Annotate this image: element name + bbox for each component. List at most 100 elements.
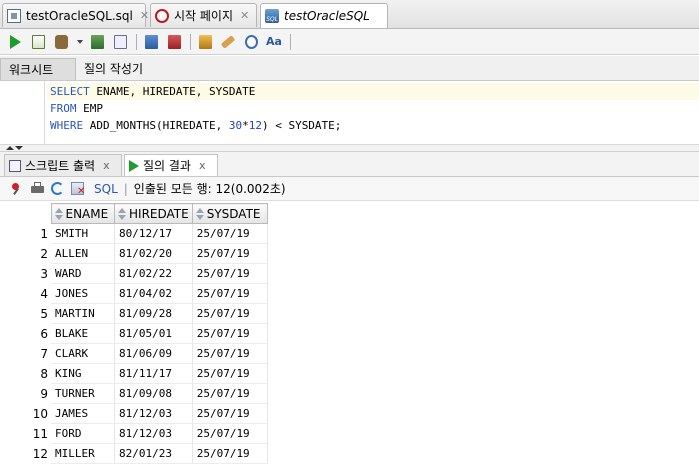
rollback-button[interactable] — [165, 33, 183, 51]
run-statement-button[interactable] — [6, 33, 24, 51]
tab-testoraclesql-file[interactable]: testOracleSQL.sql ✕ — [2, 3, 149, 27]
tab-query-builder[interactable]: 질의 작성기 — [76, 58, 151, 80]
autotrace-button[interactable] — [88, 33, 106, 51]
explain-plan-icon — [54, 34, 68, 49]
cell-sysdate[interactable]: 25/07/19 — [192, 423, 268, 444]
table-row[interactable]: 5 MARTIN 81/09/28 25/07/19 — [0, 303, 268, 324]
table-row[interactable]: 11 FORD 81/12/03 25/07/19 — [0, 423, 268, 444]
cell-sysdate[interactable]: 25/07/19 — [192, 383, 268, 404]
pane-splitter[interactable] — [0, 145, 699, 152]
table-row[interactable]: 1 SMITH 80/12/17 25/07/19 — [0, 223, 268, 244]
refresh-button[interactable] — [50, 181, 65, 196]
unshared-sql-button[interactable] — [196, 33, 214, 51]
print-button[interactable] — [30, 181, 45, 196]
sql-editor[interactable]: SELECT ENAME, HIREDATE, SYSDATE FROM EMP… — [0, 81, 699, 145]
cell-hiredate[interactable]: 81/12/03 — [114, 403, 193, 424]
cell-sysdate[interactable]: 25/07/19 — [192, 343, 268, 364]
sql-text: ) < SYSDATE; — [261, 119, 342, 132]
commit-button[interactable] — [142, 33, 160, 51]
cell-sysdate[interactable]: 25/07/19 — [192, 243, 268, 264]
table-row[interactable]: 10 JAMES 81/12/03 25/07/19 — [0, 403, 268, 424]
cell-ename[interactable]: JONES — [51, 283, 115, 304]
cell-ename[interactable]: TURNER — [51, 383, 115, 404]
tab-label: testOracleSQL — [284, 9, 370, 23]
close-icon[interactable]: ✕ — [240, 9, 249, 22]
cell-hiredate[interactable]: 82/01/23 — [114, 443, 193, 464]
table-row[interactable]: 9 TURNER 81/09/08 25/07/19 — [0, 383, 268, 404]
table-row[interactable]: 4 JONES 81/04/02 25/07/19 — [0, 283, 268, 304]
cell-ename[interactable]: FORD — [51, 423, 115, 444]
cell-ename[interactable]: ALLEN — [51, 243, 115, 264]
table-row[interactable]: 7 CLARK 81/06/09 25/07/19 — [0, 343, 268, 364]
cell-sysdate[interactable]: 25/07/19 — [192, 283, 268, 304]
close-icon[interactable]: ✕ — [140, 9, 149, 22]
tab-script-output[interactable]: 스크립트 출력 x — [4, 154, 122, 176]
cell-ename[interactable]: KING — [51, 363, 115, 384]
dropdown-button[interactable] — [75, 33, 85, 51]
cell-hiredate[interactable]: 81/09/08 — [114, 383, 193, 404]
cell-hiredate[interactable]: 81/12/03 — [114, 423, 193, 444]
cell-ename[interactable]: SMITH — [51, 223, 115, 244]
format-button[interactable]: Aa — [265, 33, 283, 51]
sql-tuning-button[interactable] — [111, 33, 129, 51]
oracle-icon — [155, 8, 169, 23]
cell-sysdate[interactable]: 25/07/19 — [192, 223, 268, 244]
cell-sysdate[interactable]: 25/07/19 — [192, 323, 268, 344]
cell-ename[interactable]: MILLER — [51, 443, 115, 464]
cell-sysdate[interactable]: 25/07/19 — [192, 263, 268, 284]
sort-icon[interactable] — [54, 207, 63, 220]
cell-hiredate[interactable]: 80/12/17 — [114, 223, 193, 244]
column-header-sysdate[interactable]: SYSDATE — [191, 203, 268, 224]
cell-sysdate[interactable]: 25/07/19 — [192, 403, 268, 424]
printer-paper — [34, 182, 41, 187]
cancel-query-button[interactable]: ✕ — [70, 181, 85, 197]
code-line: SELECT ENAME, HIREDATE, SYSDATE — [47, 83, 699, 100]
tab-worksheet[interactable]: 워크시트 — [0, 58, 76, 80]
tab-query-result[interactable]: 질의 결과 x — [124, 154, 218, 176]
history-button[interactable] — [242, 33, 260, 51]
cell-ename[interactable]: BLAKE — [51, 323, 115, 344]
cell-sysdate[interactable]: 25/07/19 — [192, 363, 268, 384]
view-sql-link[interactable]: SQL — [94, 182, 118, 196]
cell-ename[interactable]: MARTIN — [51, 303, 115, 324]
column-header-ename[interactable]: ENAME — [50, 203, 115, 224]
column-header-hiredate[interactable]: HIREDATE — [114, 203, 193, 224]
cell-hiredate[interactable]: 81/06/09 — [114, 343, 193, 364]
cell-hiredate[interactable]: 81/09/28 — [114, 303, 193, 324]
row-number: 12 — [32, 446, 48, 461]
cell-hiredate[interactable]: 81/04/02 — [114, 283, 193, 304]
explain-plan-button[interactable] — [52, 33, 70, 51]
commit-icon — [144, 34, 158, 49]
table-row[interactable]: 12 MILLER 82/01/23 25/07/19 — [0, 443, 268, 464]
expand-up-icon[interactable] — [6, 146, 14, 150]
unshared-sql-icon — [198, 34, 212, 49]
cell-hiredate[interactable]: 81/05/01 — [114, 323, 193, 344]
tab-start-page[interactable]: 시작 페이지 ✕ — [150, 3, 257, 27]
cell-sysdate[interactable]: 25/07/19 — [192, 303, 268, 324]
table-row[interactable]: 3 WARD 81/02/22 25/07/19 — [0, 263, 268, 284]
tab-testoraclesql-worksheet[interactable]: SQL testOracleSQL — [260, 3, 388, 28]
cell-ename[interactable]: CLARK — [51, 343, 115, 364]
toolbar-separator — [136, 33, 137, 50]
cell-hiredate[interactable]: 81/11/17 — [114, 363, 193, 384]
run-script-button[interactable] — [29, 33, 47, 51]
close-icon[interactable]: x — [199, 159, 206, 172]
table-row[interactable]: 8 KING 81/11/17 25/07/19 — [0, 363, 268, 384]
query-result-grid[interactable]: ENAME HIREDATE SYSDATE 1 SMITH 80/12/17 25/… — [0, 203, 268, 464]
clear-button[interactable] — [219, 33, 237, 51]
cell-ename[interactable]: WARD — [51, 263, 115, 284]
table-row[interactable]: 2 ALLEN 81/02/20 25/07/19 — [0, 243, 268, 264]
cell-hiredate[interactable]: 81/02/20 — [114, 243, 193, 264]
table-row[interactable]: 6 BLAKE 81/05/01 25/07/19 — [0, 323, 268, 344]
expand-down-icon[interactable] — [15, 146, 23, 150]
cell-sysdate[interactable]: 25/07/19 — [192, 443, 268, 464]
row-number: 10 — [32, 406, 48, 421]
cell-hiredate[interactable]: 81/02/22 — [114, 263, 193, 284]
close-icon[interactable]: x — [103, 159, 110, 172]
sort-icon[interactable] — [118, 207, 126, 220]
tab-label: testOracleSQL.sql — [26, 8, 133, 23]
freeze-view-button[interactable] — [10, 181, 25, 196]
sort-icon[interactable] — [195, 207, 204, 220]
sql-code[interactable]: SELECT ENAME, HIREDATE, SYSDATE FROM EMP… — [47, 83, 699, 134]
cell-ename[interactable]: JAMES — [51, 403, 115, 424]
